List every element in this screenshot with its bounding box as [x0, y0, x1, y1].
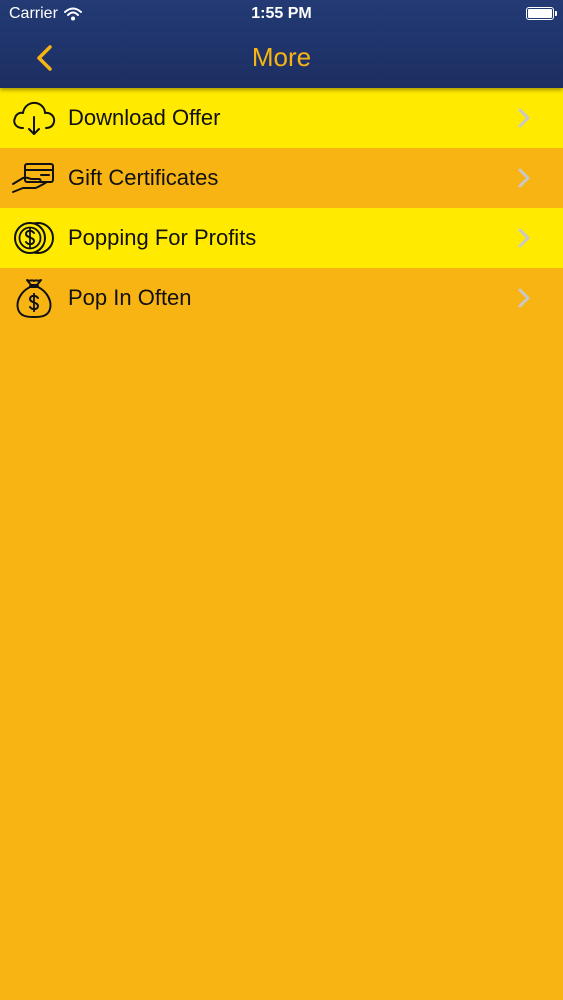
- page-title: More: [251, 42, 312, 72]
- menu-item-label: Download Offer: [68, 105, 221, 130]
- battery-icon: [526, 7, 557, 20]
- money-bag-icon: [11, 275, 57, 321]
- menu-item-download-offer[interactable]: Download Offer: [0, 88, 563, 148]
- chevron-right-icon: [518, 228, 530, 248]
- cloud-download-icon: [11, 95, 57, 141]
- menu-item-label: Pop In Often: [68, 285, 192, 310]
- coins-icon: [11, 215, 57, 261]
- chevron-right-icon: [518, 168, 530, 188]
- menu-item-gift-certificates[interactable]: Gift Certificates: [0, 148, 563, 208]
- menu-item-label: Gift Certificates: [68, 165, 219, 190]
- menu-item-pop-in-often[interactable]: Pop In Often: [0, 268, 563, 328]
- menu-item-label: Popping For Profits: [68, 225, 257, 250]
- menu-item-popping-for-profits[interactable]: Popping For Profits: [0, 208, 563, 268]
- menu-list: Download Offer Gift Certificates Popping…: [0, 88, 563, 328]
- chevron-right-icon: [518, 108, 530, 128]
- battery-level: [528, 9, 552, 18]
- gift-card-hand-icon: [11, 155, 57, 201]
- navigation-bar: More: [0, 30, 563, 88]
- chevron-right-icon: [518, 288, 530, 308]
- top-bar: Carrier 1:55 PM More: [0, 0, 563, 88]
- status-bar: Carrier 1:55 PM: [0, 0, 563, 30]
- status-time: 1:55 PM: [251, 5, 312, 22]
